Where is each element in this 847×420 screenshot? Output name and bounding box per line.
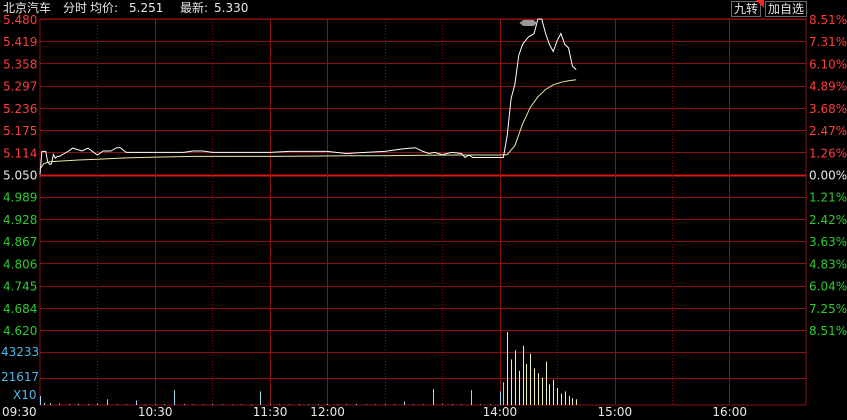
percent-tick-label: 0.00%	[809, 169, 847, 183]
percent-tick-label: 6.10%	[809, 57, 847, 71]
view-mode-label: 分时	[63, 1, 88, 15]
price-tick-label: 4.684	[3, 302, 37, 316]
chart-header: 北京汽车 分时 均价: 5.251 最新: 5.330 九转 加自选	[0, 0, 847, 17]
chart-frame	[39, 18, 807, 406]
price-tick-label: 4.745	[3, 280, 37, 294]
volume-tick-label: 43233	[1, 345, 39, 359]
price-tick-label: 4.989	[3, 191, 37, 205]
percent-tick-label: 4.89%	[809, 80, 847, 94]
volume-tick-label: 21617	[1, 370, 39, 384]
time-tick-label: 14:00	[483, 405, 518, 419]
price-tick-label: 5.175	[3, 124, 37, 138]
percent-tick-label: 1.21%	[809, 191, 847, 205]
percent-tick-label: 6.04%	[809, 280, 847, 294]
price-lines	[39, 18, 577, 175]
percent-tick-label: 2.47%	[809, 124, 847, 138]
price-tick-label: 5.236	[3, 102, 37, 116]
avg-price-label: 均价:	[90, 1, 119, 15]
price-tick-label: 5.297	[3, 80, 37, 94]
price-axis-left: 5.4805.4195.3585.2975.2365.1755.1145.050…	[3, 13, 37, 338]
time-tick-label: 09:30	[2, 405, 37, 419]
time-tick-label: 12:00	[310, 405, 345, 419]
time-tick-label: 16:00	[712, 405, 747, 419]
time-tick-label: 11:30	[253, 405, 288, 419]
price-tick-label: 4.928	[3, 213, 37, 227]
price-tick-label: 5.050	[3, 169, 37, 183]
price-tick-label: 5.114	[3, 146, 37, 160]
price-tick-label: 4.620	[3, 324, 37, 338]
time-axis: 09:30 10:30 11:30 12:00 14:00 15:00 16:00	[2, 405, 747, 419]
price-tick-label: 5.419	[3, 35, 37, 49]
corner-marker-icon	[756, 0, 764, 8]
stock-name: 北京汽车	[3, 1, 52, 15]
price-tick-label: 5.358	[3, 57, 37, 71]
time-tick-label: 15:00	[598, 405, 633, 419]
percent-tick-label: 3.63%	[809, 235, 847, 249]
percent-tick-label: 8.51%	[809, 324, 847, 338]
volume-bars	[40, 332, 577, 405]
avg-price-line	[39, 79, 577, 170]
price-line	[39, 18, 577, 175]
volume-tick-label: X10	[13, 388, 37, 402]
volume-axis: 43233 21617 X10	[1, 345, 39, 402]
avg-price-value: 5.251	[129, 1, 164, 15]
price-tick-label: 4.867	[3, 235, 37, 249]
percent-tick-label: 2.42%	[809, 213, 847, 227]
last-price-label: 最新:	[180, 1, 209, 15]
percent-tick-label: 7.31%	[809, 35, 847, 49]
percent-tick-label: 3.68%	[809, 102, 847, 116]
time-gridlines	[97, 19, 730, 405]
grid	[39, 18, 807, 406]
high-price-marker-icon	[519, 20, 538, 26]
intraday-chart[interactable]: 5.4805.4195.3585.2975.2365.1755.1145.050…	[0, 0, 847, 420]
last-price-value: 5.330	[214, 1, 249, 15]
percent-tick-label: 7.25%	[809, 302, 847, 316]
add-to-watchlist-button[interactable]: 加自选	[765, 1, 808, 17]
percent-tick-label: 1.26%	[809, 146, 847, 160]
price-tick-label: 4.806	[3, 257, 37, 271]
time-tick-label: 10:30	[138, 405, 173, 419]
percent-tick-label: 4.83%	[809, 257, 847, 271]
percent-axis-right: 8.51% 7.31% 6.10% 4.89% 3.68% 2.47% 1.26% 0.00%…	[809, 13, 847, 338]
high-marker-shape	[519, 20, 538, 26]
